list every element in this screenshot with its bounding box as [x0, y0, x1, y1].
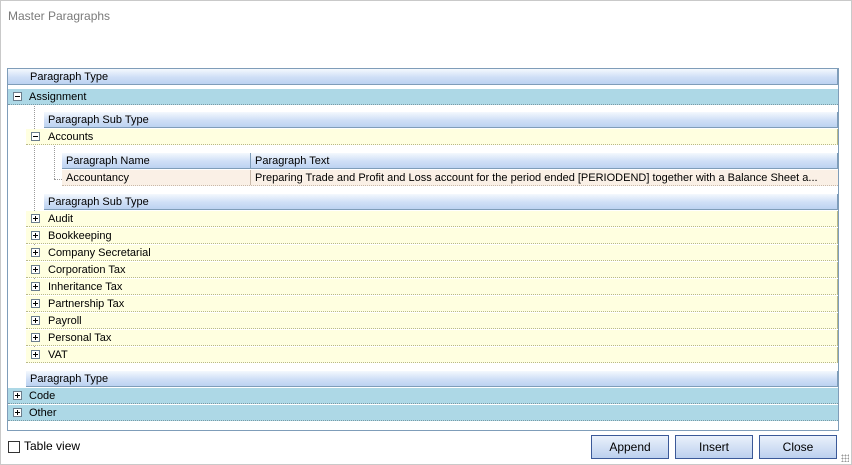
type-row-code[interactable]: Code: [8, 388, 838, 404]
expand-icon[interactable]: [31, 231, 40, 240]
paragraph-text-cell[interactable]: Preparing Trade and Profit and Loss acco…: [251, 170, 838, 185]
expand-icon[interactable]: [31, 282, 40, 291]
expand-icon[interactable]: [31, 248, 40, 257]
subtype-row-bookkeeping[interactable]: Bookkeeping: [26, 228, 838, 244]
subtype-row-vat[interactable]: VAT: [26, 347, 838, 363]
subtype-row-corporation-tax[interactable]: Corporation Tax: [26, 262, 838, 278]
close-button[interactable]: Close: [759, 435, 837, 459]
paragraph-type-header: Paragraph Type: [26, 371, 838, 387]
tree-connector-line: [54, 179, 62, 180]
insert-button[interactable]: Insert: [675, 435, 753, 459]
table-view-checkbox[interactable]: [8, 441, 20, 453]
subtype-row-inheritance-tax[interactable]: Inheritance Tax: [26, 279, 838, 295]
column-header-text[interactable]: Paragraph Text: [251, 153, 837, 168]
expand-icon[interactable]: [13, 408, 22, 417]
paragraph-type-header: Paragraph Type: [8, 69, 838, 85]
column-header-name[interactable]: Paragraph Name: [62, 153, 251, 168]
paragraph-subtype-header: Paragraph Sub Type: [44, 194, 838, 210]
subtype-row-partnership-tax[interactable]: Partnership Tax: [26, 296, 838, 312]
paragraph-subtype-header: Paragraph Sub Type: [44, 112, 838, 128]
table-view-label: Table view: [24, 439, 81, 453]
collapse-icon[interactable]: [31, 132, 40, 141]
paragraph-grid[interactable]: Paragraph Type Assignment Paragraph Sub …: [7, 68, 839, 431]
subtype-row-company-secretarial[interactable]: Company Secretarial: [26, 245, 838, 261]
expand-icon[interactable]: [31, 214, 40, 223]
expand-icon[interactable]: [31, 299, 40, 308]
expand-icon[interactable]: [31, 316, 40, 325]
subtype-row-audit[interactable]: Audit: [26, 211, 838, 227]
type-row-assignment[interactable]: Assignment: [8, 89, 838, 105]
paragraph-name-cell[interactable]: Accountancy: [62, 170, 251, 185]
tree-connector-line: [54, 146, 55, 179]
resize-grip-icon[interactable]: [841, 454, 849, 462]
subtype-row-personal-tax[interactable]: Personal Tax: [26, 330, 838, 346]
collapse-icon[interactable]: [13, 92, 22, 101]
type-row-other[interactable]: Other: [8, 405, 838, 421]
subtype-row-accounts[interactable]: Accounts: [26, 129, 838, 145]
window-title: Master Paragraphs: [8, 9, 111, 23]
subtype-row-payroll[interactable]: Payroll: [26, 313, 838, 329]
expand-icon[interactable]: [31, 350, 40, 359]
expand-icon[interactable]: [31, 265, 40, 274]
column-header-row: Paragraph Name Paragraph Text: [62, 153, 838, 169]
expand-icon[interactable]: [31, 333, 40, 342]
expand-icon[interactable]: [13, 391, 22, 400]
append-button[interactable]: Append: [591, 435, 669, 459]
table-row[interactable]: Accountancy Preparing Trade and Profit a…: [62, 170, 838, 186]
